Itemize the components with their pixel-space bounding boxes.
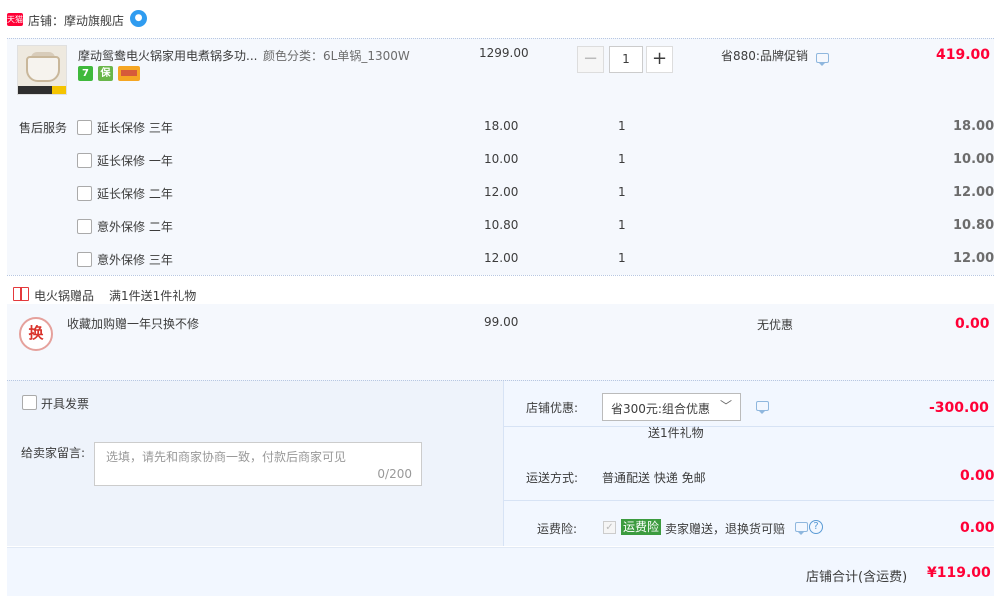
after-sales-option-price: 10.80: [484, 218, 519, 232]
after-sales-option-qty: 1: [618, 218, 626, 232]
after-sales-checkbox[interactable]: [77, 120, 92, 135]
insurance-message-icon[interactable]: [795, 522, 808, 535]
gift-header-label: 电火锅赠品: [34, 289, 95, 303]
after-sales-checkbox[interactable]: [77, 219, 92, 234]
after-sales-label: 售后服务: [19, 121, 68, 135]
promo-text: 省880:品牌促销: [721, 49, 808, 63]
shop-header: 天猫 店铺：摩动旗舰店 ●: [0, 0, 994, 38]
after-sales-option-name[interactable]: 延长保修 三年: [97, 119, 173, 136]
promo-message-icon[interactable]: [816, 53, 829, 66]
after-sales-option-name[interactable]: 意外保修 二年: [97, 218, 173, 235]
quantity-input[interactable]: 1: [609, 46, 643, 73]
after-sales-checkbox[interactable]: [77, 186, 92, 201]
chat-bubble-icon[interactable]: ●: [130, 10, 147, 27]
shipping-value: 普通配送 快递 免邮: [602, 471, 706, 485]
shipping-amount: 0.00: [960, 468, 994, 484]
warranty-icon[interactable]: 保: [98, 66, 113, 81]
insurance-checkbox: ✓: [603, 521, 616, 534]
seven-day-return-icon[interactable]: 7: [78, 66, 93, 81]
shop-discount-sub: 送1件礼物: [648, 426, 704, 440]
after-sales-option-total: 12.00: [953, 251, 994, 266]
after-sales-option-name[interactable]: 延长保修 一年: [97, 152, 173, 169]
shop-total-label: 店铺合计(含运费): [806, 570, 908, 585]
gift-discount: 无优惠: [757, 318, 794, 332]
after-sales-option-qty: 1: [618, 119, 626, 133]
exchange-service-icon[interactable]: 换: [19, 317, 53, 351]
insurance-text: 卖家赠送，退换货可赔: [665, 522, 786, 536]
after-sales-option-price: 10.00: [484, 152, 519, 166]
invoice-checkbox[interactable]: [22, 395, 37, 410]
after-sales-checkbox[interactable]: [77, 252, 92, 267]
gift-total: 0.00: [955, 316, 990, 332]
after-sales-option-price: 12.00: [484, 185, 519, 199]
tmall-badge-icon: 天猫: [7, 13, 23, 26]
shop-total-value: ¥119.00: [927, 565, 991, 581]
seller-message-field[interactable]: 选填，请先和商家协商一致，付款后商家可见 0/200: [94, 442, 422, 486]
after-sales-option-qty: 1: [618, 152, 626, 166]
after-sales-option-total: 18.00: [953, 119, 994, 134]
summary-divider: [503, 500, 994, 501]
gift-price: 99.00: [484, 315, 519, 329]
section-divider: [7, 275, 994, 276]
help-icon[interactable]: ?: [809, 520, 823, 534]
shop-discount-label: 店铺优惠:: [526, 401, 579, 415]
gift-icon: [13, 287, 29, 301]
unit-price: 1299.00: [479, 46, 529, 60]
increase-quantity-button[interactable]: +: [646, 46, 673, 73]
credit-card-icon[interactable]: [118, 66, 140, 81]
shop-discount-amount: -300.00: [929, 400, 989, 416]
invoice-label[interactable]: 开具发票: [41, 395, 89, 412]
insurance-amount: 0.00: [960, 520, 994, 536]
after-sales-option-qty: 1: [618, 185, 626, 199]
shipping-label: 运送方式:: [526, 471, 579, 485]
memo-placeholder: 选填，请先和商家协商一致，付款后商家可见: [106, 450, 347, 464]
after-sales-option-total: 10.80: [953, 218, 994, 233]
shop-discount-value: 省300元:组合优惠: [611, 402, 710, 416]
shop-name-link[interactable]: 店铺：摩动旗舰店: [28, 12, 124, 29]
memo-label: 给卖家留言:: [21, 446, 86, 460]
gift-rule: 满1件送1件礼物: [109, 289, 197, 303]
quantity-stepper[interactable]: − 1 +: [577, 46, 673, 73]
decrease-quantity-button[interactable]: −: [577, 46, 604, 73]
after-sales-checkbox[interactable]: [77, 153, 92, 168]
insurance-tag: 运费险: [621, 519, 662, 535]
summary-divider: [503, 426, 994, 427]
after-sales-option-total: 12.00: [953, 185, 994, 200]
after-sales-option-total: 10.00: [953, 152, 994, 167]
after-sales-option-name[interactable]: 延长保修 二年: [97, 185, 173, 202]
product-thumbnail[interactable]: [17, 45, 67, 95]
after-sales-option-price: 12.00: [484, 251, 519, 265]
after-sales-option-price: 18.00: [484, 119, 519, 133]
discount-message-icon[interactable]: [756, 401, 769, 414]
memo-char-count: 0/200: [377, 467, 412, 481]
insurance-label: 运费险:: [537, 522, 578, 536]
after-sales-option-name[interactable]: 意外保修 三年: [97, 251, 173, 268]
after-sales-option-qty: 1: [618, 251, 626, 265]
shop-discount-select[interactable]: 省300元:组合优惠 ﹀: [602, 393, 741, 421]
product-title-link[interactable]: 摩动鸳鸯电火锅家用电煮锅多功...: [78, 47, 257, 64]
item-total: 419.00: [936, 47, 991, 63]
chevron-down-icon: ﹀: [720, 399, 733, 413]
product-sku: 颜色分类：6L单锅_1300W: [263, 49, 410, 63]
gift-name[interactable]: 收藏加购赠一年只换不修: [67, 315, 199, 332]
